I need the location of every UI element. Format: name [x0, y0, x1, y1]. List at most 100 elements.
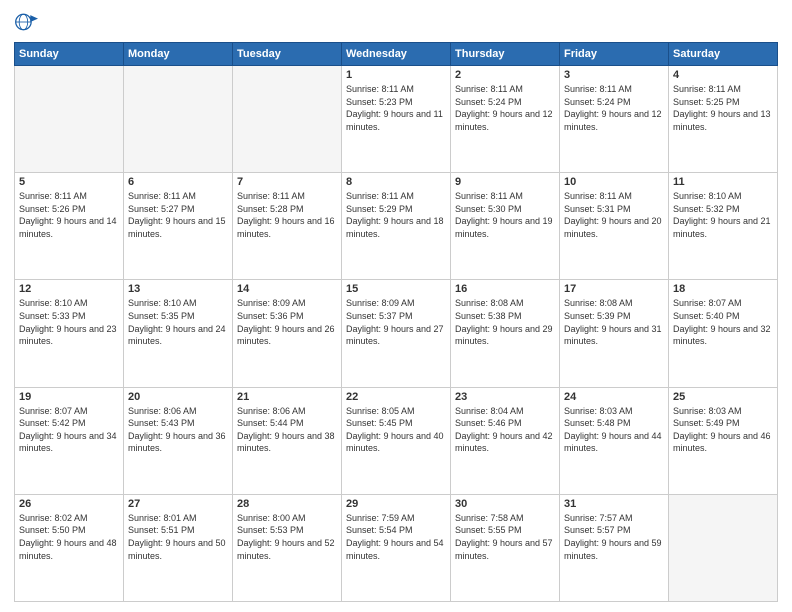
cell-info: Sunrise: 8:11 AMSunset: 5:24 PMDaylight:…: [564, 83, 664, 133]
cell-info: Sunrise: 8:09 AMSunset: 5:37 PMDaylight:…: [346, 297, 446, 347]
cell-info: Sunrise: 8:04 AMSunset: 5:46 PMDaylight:…: [455, 405, 555, 455]
cell-info: Sunrise: 8:07 AMSunset: 5:42 PMDaylight:…: [19, 405, 119, 455]
calendar-cell: 14 Sunrise: 8:09 AMSunset: 5:36 PMDayligh…: [233, 280, 342, 387]
cell-info: Sunrise: 8:11 AMSunset: 5:24 PMDaylight:…: [455, 83, 555, 133]
calendar-cell: 1 Sunrise: 8:11 AMSunset: 5:23 PMDaylight…: [342, 66, 451, 173]
cell-info: Sunrise: 8:02 AMSunset: 5:50 PMDaylight:…: [19, 512, 119, 562]
calendar-cell: 4Sunrise: 8:11 AMSunset: 5:25 PMDaylight…: [669, 66, 778, 173]
calendar-week-row: 1 Sunrise: 8:11 AMSunset: 5:23 PMDaylight…: [15, 66, 778, 173]
calendar-cell: 6 Sunrise: 8:11 AMSunset: 5:27 PMDaylight…: [124, 173, 233, 280]
day-number: 16: [455, 283, 555, 295]
calendar-cell: 10 Sunrise: 8:11 AMSunset: 5:31 PMDayligh…: [560, 173, 669, 280]
cell-info: Sunrise: 8:11 AMSunset: 5:31 PMDaylight:…: [564, 190, 664, 240]
day-number: 14: [237, 283, 337, 295]
day-number: 1: [346, 69, 446, 81]
calendar-header-thursday: Thursday: [451, 43, 560, 66]
calendar-cell: 12Sunrise: 8:10 AMSunset: 5:33 PMDayligh…: [15, 280, 124, 387]
calendar-week-row: 26 Sunrise: 8:02 AMSunset: 5:50 PMDayligh…: [15, 494, 778, 601]
calendar-cell: 20 Sunrise: 8:06 AMSunset: 5:43 PMDayligh…: [124, 387, 233, 494]
cell-info: Sunrise: 8:01 AMSunset: 5:51 PMDaylight:…: [128, 512, 228, 562]
day-number: 21: [237, 391, 337, 403]
calendar-cell: 11 Sunrise: 8:10 AMSunset: 5:32 PMDayligh…: [669, 173, 778, 280]
page: SundayMondayTuesdayWednesdayThursdayFrid…: [0, 0, 792, 612]
day-number: 5: [19, 176, 119, 188]
calendar-table: SundayMondayTuesdayWednesdayThursdayFrid…: [14, 42, 778, 602]
calendar-cell: 3 Sunrise: 8:11 AMSunset: 5:24 PMDaylight…: [560, 66, 669, 173]
day-number: 31: [564, 498, 664, 510]
calendar-cell: 21 Sunrise: 8:06 AMSunset: 5:44 PMDayligh…: [233, 387, 342, 494]
cell-info: Sunrise: 8:11 AMSunset: 5:25 PMDaylight:…: [673, 83, 773, 133]
calendar-cell: 19 Sunrise: 8:07 AMSunset: 5:42 PMDayligh…: [15, 387, 124, 494]
calendar-cell: 2 Sunrise: 8:11 AMSunset: 5:24 PMDaylight…: [451, 66, 560, 173]
calendar-week-row: 12Sunrise: 8:10 AMSunset: 5:33 PMDayligh…: [15, 280, 778, 387]
day-number: 9: [455, 176, 555, 188]
cell-info: Sunrise: 8:11 AMSunset: 5:28 PMDaylight:…: [237, 190, 337, 240]
calendar-cell: 16 Sunrise: 8:08 AMSunset: 5:38 PMDayligh…: [451, 280, 560, 387]
day-number: 6: [128, 176, 228, 188]
day-number: 20: [128, 391, 228, 403]
day-number: 2: [455, 69, 555, 81]
day-number: 23: [455, 391, 555, 403]
calendar-cell: 5 Sunrise: 8:11 AMSunset: 5:26 PMDaylight…: [15, 173, 124, 280]
day-number: 8: [346, 176, 446, 188]
day-number: 13: [128, 283, 228, 295]
calendar-header-wednesday: Wednesday: [342, 43, 451, 66]
logo-icon: [14, 10, 38, 34]
day-number: 19: [19, 391, 119, 403]
day-number: 11: [673, 176, 773, 188]
day-number: 29: [346, 498, 446, 510]
cell-info: Sunrise: 8:10 AMSunset: 5:35 PMDaylight:…: [128, 297, 228, 347]
calendar-cell: [233, 66, 342, 173]
calendar-cell: 8 Sunrise: 8:11 AMSunset: 5:29 PMDaylight…: [342, 173, 451, 280]
calendar-week-row: 19 Sunrise: 8:07 AMSunset: 5:42 PMDayligh…: [15, 387, 778, 494]
day-number: 15: [346, 283, 446, 295]
calendar-cell: 31 Sunrise: 7:57 AMSunset: 5:57 PMDayligh…: [560, 494, 669, 601]
cell-info: Sunrise: 8:06 AMSunset: 5:44 PMDaylight:…: [237, 405, 337, 455]
cell-info: Sunrise: 8:11 AMSunset: 5:27 PMDaylight:…: [128, 190, 228, 240]
calendar-cell: 30 Sunrise: 7:58 AMSunset: 5:55 PMDayligh…: [451, 494, 560, 601]
calendar-header-tuesday: Tuesday: [233, 43, 342, 66]
calendar-cell: 27 Sunrise: 8:01 AMSunset: 5:51 PMDayligh…: [124, 494, 233, 601]
calendar-cell: 7 Sunrise: 8:11 AMSunset: 5:28 PMDaylight…: [233, 173, 342, 280]
cell-info: Sunrise: 8:10 AMSunset: 5:33 PMDaylight:…: [19, 297, 119, 347]
cell-info: Sunrise: 7:58 AMSunset: 5:55 PMDaylight:…: [455, 512, 555, 562]
cell-info: Sunrise: 8:11 AMSunset: 5:23 PMDaylight:…: [346, 83, 446, 133]
cell-info: Sunrise: 8:05 AMSunset: 5:45 PMDaylight:…: [346, 405, 446, 455]
day-number: 28: [237, 498, 337, 510]
cell-info: Sunrise: 8:08 AMSunset: 5:38 PMDaylight:…: [455, 297, 555, 347]
logo: [14, 10, 42, 34]
calendar-cell: 26 Sunrise: 8:02 AMSunset: 5:50 PMDayligh…: [15, 494, 124, 601]
cell-info: Sunrise: 8:11 AMSunset: 5:30 PMDaylight:…: [455, 190, 555, 240]
day-number: 7: [237, 176, 337, 188]
cell-info: Sunrise: 8:00 AMSunset: 5:53 PMDaylight:…: [237, 512, 337, 562]
calendar-cell: 17Sunrise: 8:08 AMSunset: 5:39 PMDayligh…: [560, 280, 669, 387]
cell-info: Sunrise: 7:57 AMSunset: 5:57 PMDaylight:…: [564, 512, 664, 562]
calendar-cell: 23 Sunrise: 8:04 AMSunset: 5:46 PMDayligh…: [451, 387, 560, 494]
calendar-cell: 18Sunrise: 8:07 AMSunset: 5:40 PMDayligh…: [669, 280, 778, 387]
calendar-header-sunday: Sunday: [15, 43, 124, 66]
cell-info: Sunrise: 8:11 AMSunset: 5:26 PMDaylight:…: [19, 190, 119, 240]
cell-info: Sunrise: 8:06 AMSunset: 5:43 PMDaylight:…: [128, 405, 228, 455]
cell-info: Sunrise: 8:10 AMSunset: 5:32 PMDaylight:…: [673, 190, 773, 240]
calendar-cell: 22Sunrise: 8:05 AMSunset: 5:45 PMDayligh…: [342, 387, 451, 494]
cell-info: Sunrise: 8:11 AMSunset: 5:29 PMDaylight:…: [346, 190, 446, 240]
day-number: 24: [564, 391, 664, 403]
calendar-header-saturday: Saturday: [669, 43, 778, 66]
calendar-header-monday: Monday: [124, 43, 233, 66]
calendar-header-row: SundayMondayTuesdayWednesdayThursdayFrid…: [15, 43, 778, 66]
cell-info: Sunrise: 8:07 AMSunset: 5:40 PMDaylight:…: [673, 297, 773, 347]
cell-info: Sunrise: 8:03 AMSunset: 5:48 PMDaylight:…: [564, 405, 664, 455]
header: [14, 10, 778, 34]
calendar-cell: [124, 66, 233, 173]
calendar-cell: [15, 66, 124, 173]
day-number: 30: [455, 498, 555, 510]
calendar-cell: 13 Sunrise: 8:10 AMSunset: 5:35 PMDayligh…: [124, 280, 233, 387]
cell-info: Sunrise: 8:09 AMSunset: 5:36 PMDaylight:…: [237, 297, 337, 347]
day-number: 27: [128, 498, 228, 510]
cell-info: Sunrise: 7:59 AMSunset: 5:54 PMDaylight:…: [346, 512, 446, 562]
day-number: 10: [564, 176, 664, 188]
day-number: 3: [564, 69, 664, 81]
day-number: 25: [673, 391, 773, 403]
calendar-cell: 29 Sunrise: 7:59 AMSunset: 5:54 PMDayligh…: [342, 494, 451, 601]
day-number: 26: [19, 498, 119, 510]
